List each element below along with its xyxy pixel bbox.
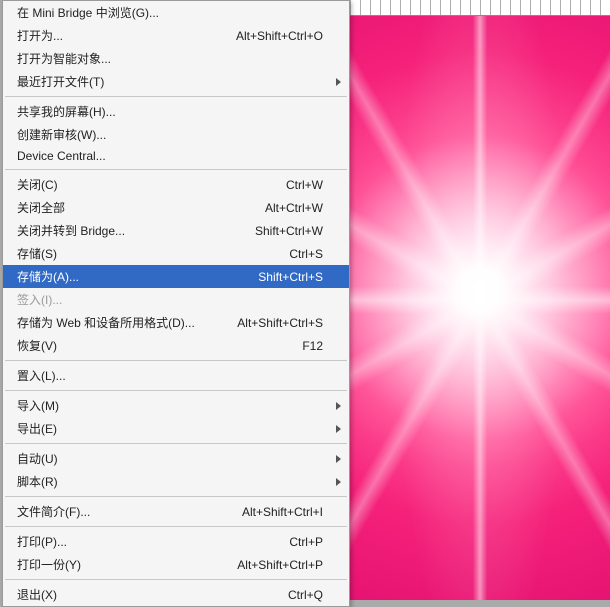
menu-close-all[interactable]: 关闭全部Alt+Ctrl+W — [3, 196, 349, 219]
menu-share-screen[interactable]: 共享我的屏幕(H)... — [3, 100, 349, 123]
menu-item-shortcut: Alt+Shift+Ctrl+S — [219, 316, 329, 330]
menu-separator — [5, 579, 347, 580]
menu-item-label: 置入(L)... — [17, 367, 219, 384]
menu-item-shortcut: Shift+Ctrl+W — [219, 224, 329, 238]
menu-item-label: 导入(M) — [17, 397, 219, 414]
menu-separator — [5, 526, 347, 527]
menu-recent-files[interactable]: 最近打开文件(T) — [3, 70, 349, 93]
menu-import[interactable]: 导入(M) — [3, 394, 349, 417]
menu-separator — [5, 443, 347, 444]
menu-item-label: 共享我的屏幕(H)... — [17, 103, 219, 120]
menu-item-shortcut: Alt+Shift+Ctrl+P — [219, 558, 329, 572]
menu-item-label: 存储为 Web 和设备所用格式(D)... — [17, 314, 219, 331]
menu-item-shortcut: F12 — [219, 339, 329, 353]
submenu-arrow-icon — [336, 402, 341, 410]
menu-item-shortcut: Alt+Ctrl+W — [219, 201, 329, 215]
menu-item-shortcut: Shift+Ctrl+S — [219, 270, 329, 284]
menu-item-shortcut: Alt+Shift+Ctrl+O — [219, 29, 329, 43]
menu-separator — [5, 390, 347, 391]
menu-check-in: 签入(I)... — [3, 288, 349, 311]
menu-item-label: 脚本(R) — [17, 473, 219, 490]
menu-close-bridge[interactable]: 关闭并转到 Bridge...Shift+Ctrl+W — [3, 219, 349, 242]
menu-item-label: 自动(U) — [17, 450, 219, 467]
menu-item-label: 打开为... — [17, 27, 219, 44]
menu-item-shortcut: Alt+Shift+Ctrl+I — [219, 505, 329, 519]
menu-open-as[interactable]: 打开为...Alt+Shift+Ctrl+O — [3, 24, 349, 47]
menu-save-as[interactable]: 存储为(A)...Shift+Ctrl+S — [3, 265, 349, 288]
menu-item-label: 最近打开文件(T) — [17, 73, 219, 90]
menu-print-one[interactable]: 打印一份(Y)Alt+Shift+Ctrl+P — [3, 553, 349, 576]
menu-item-label: 打开为智能对象... — [17, 50, 219, 67]
menu-item-label: 在 Mini Bridge 中浏览(G)... — [17, 4, 219, 21]
submenu-arrow-icon — [336, 455, 341, 463]
submenu-arrow-icon — [336, 425, 341, 433]
menu-print[interactable]: 打印(P)...Ctrl+P — [3, 530, 349, 553]
menu-file-info[interactable]: 文件简介(F)...Alt+Shift+Ctrl+I — [3, 500, 349, 523]
menu-create-review[interactable]: 创建新审核(W)... — [3, 123, 349, 146]
ruler-horizontal — [350, 0, 610, 16]
menu-item-label: 签入(I)... — [17, 291, 219, 308]
menu-open-smartobject[interactable]: 打开为智能对象... — [3, 47, 349, 70]
menu-item-label: 关闭(C) — [17, 176, 219, 193]
menu-item-label: 退出(X) — [17, 586, 219, 603]
menu-item-label: 存储(S) — [17, 245, 219, 262]
menu-item-label: 导出(E) — [17, 420, 219, 437]
menu-close[interactable]: 关闭(C)Ctrl+W — [3, 173, 349, 196]
menu-item-shortcut: Ctrl+S — [219, 247, 329, 261]
menu-revert[interactable]: 恢复(V)F12 — [3, 334, 349, 357]
submenu-arrow-icon — [336, 478, 341, 486]
menu-save-web[interactable]: 存储为 Web 和设备所用格式(D)...Alt+Shift+Ctrl+S — [3, 311, 349, 334]
menu-item-label: 创建新审核(W)... — [17, 126, 219, 143]
menu-browse-minibridge[interactable]: 在 Mini Bridge 中浏览(G)... — [3, 1, 349, 24]
menu-separator — [5, 169, 347, 170]
menu-item-label: 文件简介(F)... — [17, 503, 219, 520]
menu-item-label: 关闭全部 — [17, 199, 219, 216]
menu-exit[interactable]: 退出(X)Ctrl+Q — [3, 583, 349, 606]
menu-item-label: Device Central... — [17, 149, 219, 163]
canvas-preview — [350, 0, 610, 600]
menu-item-label: 恢复(V) — [17, 337, 219, 354]
menu-separator — [5, 360, 347, 361]
menu-export[interactable]: 导出(E) — [3, 417, 349, 440]
file-menu-dropdown: 在 Mini Bridge 中浏览(G)...打开为...Alt+Shift+C… — [2, 0, 350, 607]
menu-device-central[interactable]: Device Central... — [3, 146, 349, 166]
submenu-arrow-icon — [336, 78, 341, 86]
menu-separator — [5, 96, 347, 97]
menu-item-label: 存储为(A)... — [17, 268, 219, 285]
menu-item-shortcut: Ctrl+W — [219, 178, 329, 192]
menu-scripts[interactable]: 脚本(R) — [3, 470, 349, 493]
menu-item-label: 关闭并转到 Bridge... — [17, 222, 219, 239]
menu-separator — [5, 496, 347, 497]
menu-item-shortcut: Ctrl+Q — [219, 588, 329, 602]
menu-item-label: 打印(P)... — [17, 533, 219, 550]
menu-automate[interactable]: 自动(U) — [3, 447, 349, 470]
menu-place[interactable]: 置入(L)... — [3, 364, 349, 387]
menu-item-label: 打印一份(Y) — [17, 556, 219, 573]
menu-item-shortcut: Ctrl+P — [219, 535, 329, 549]
menu-save[interactable]: 存储(S)Ctrl+S — [3, 242, 349, 265]
